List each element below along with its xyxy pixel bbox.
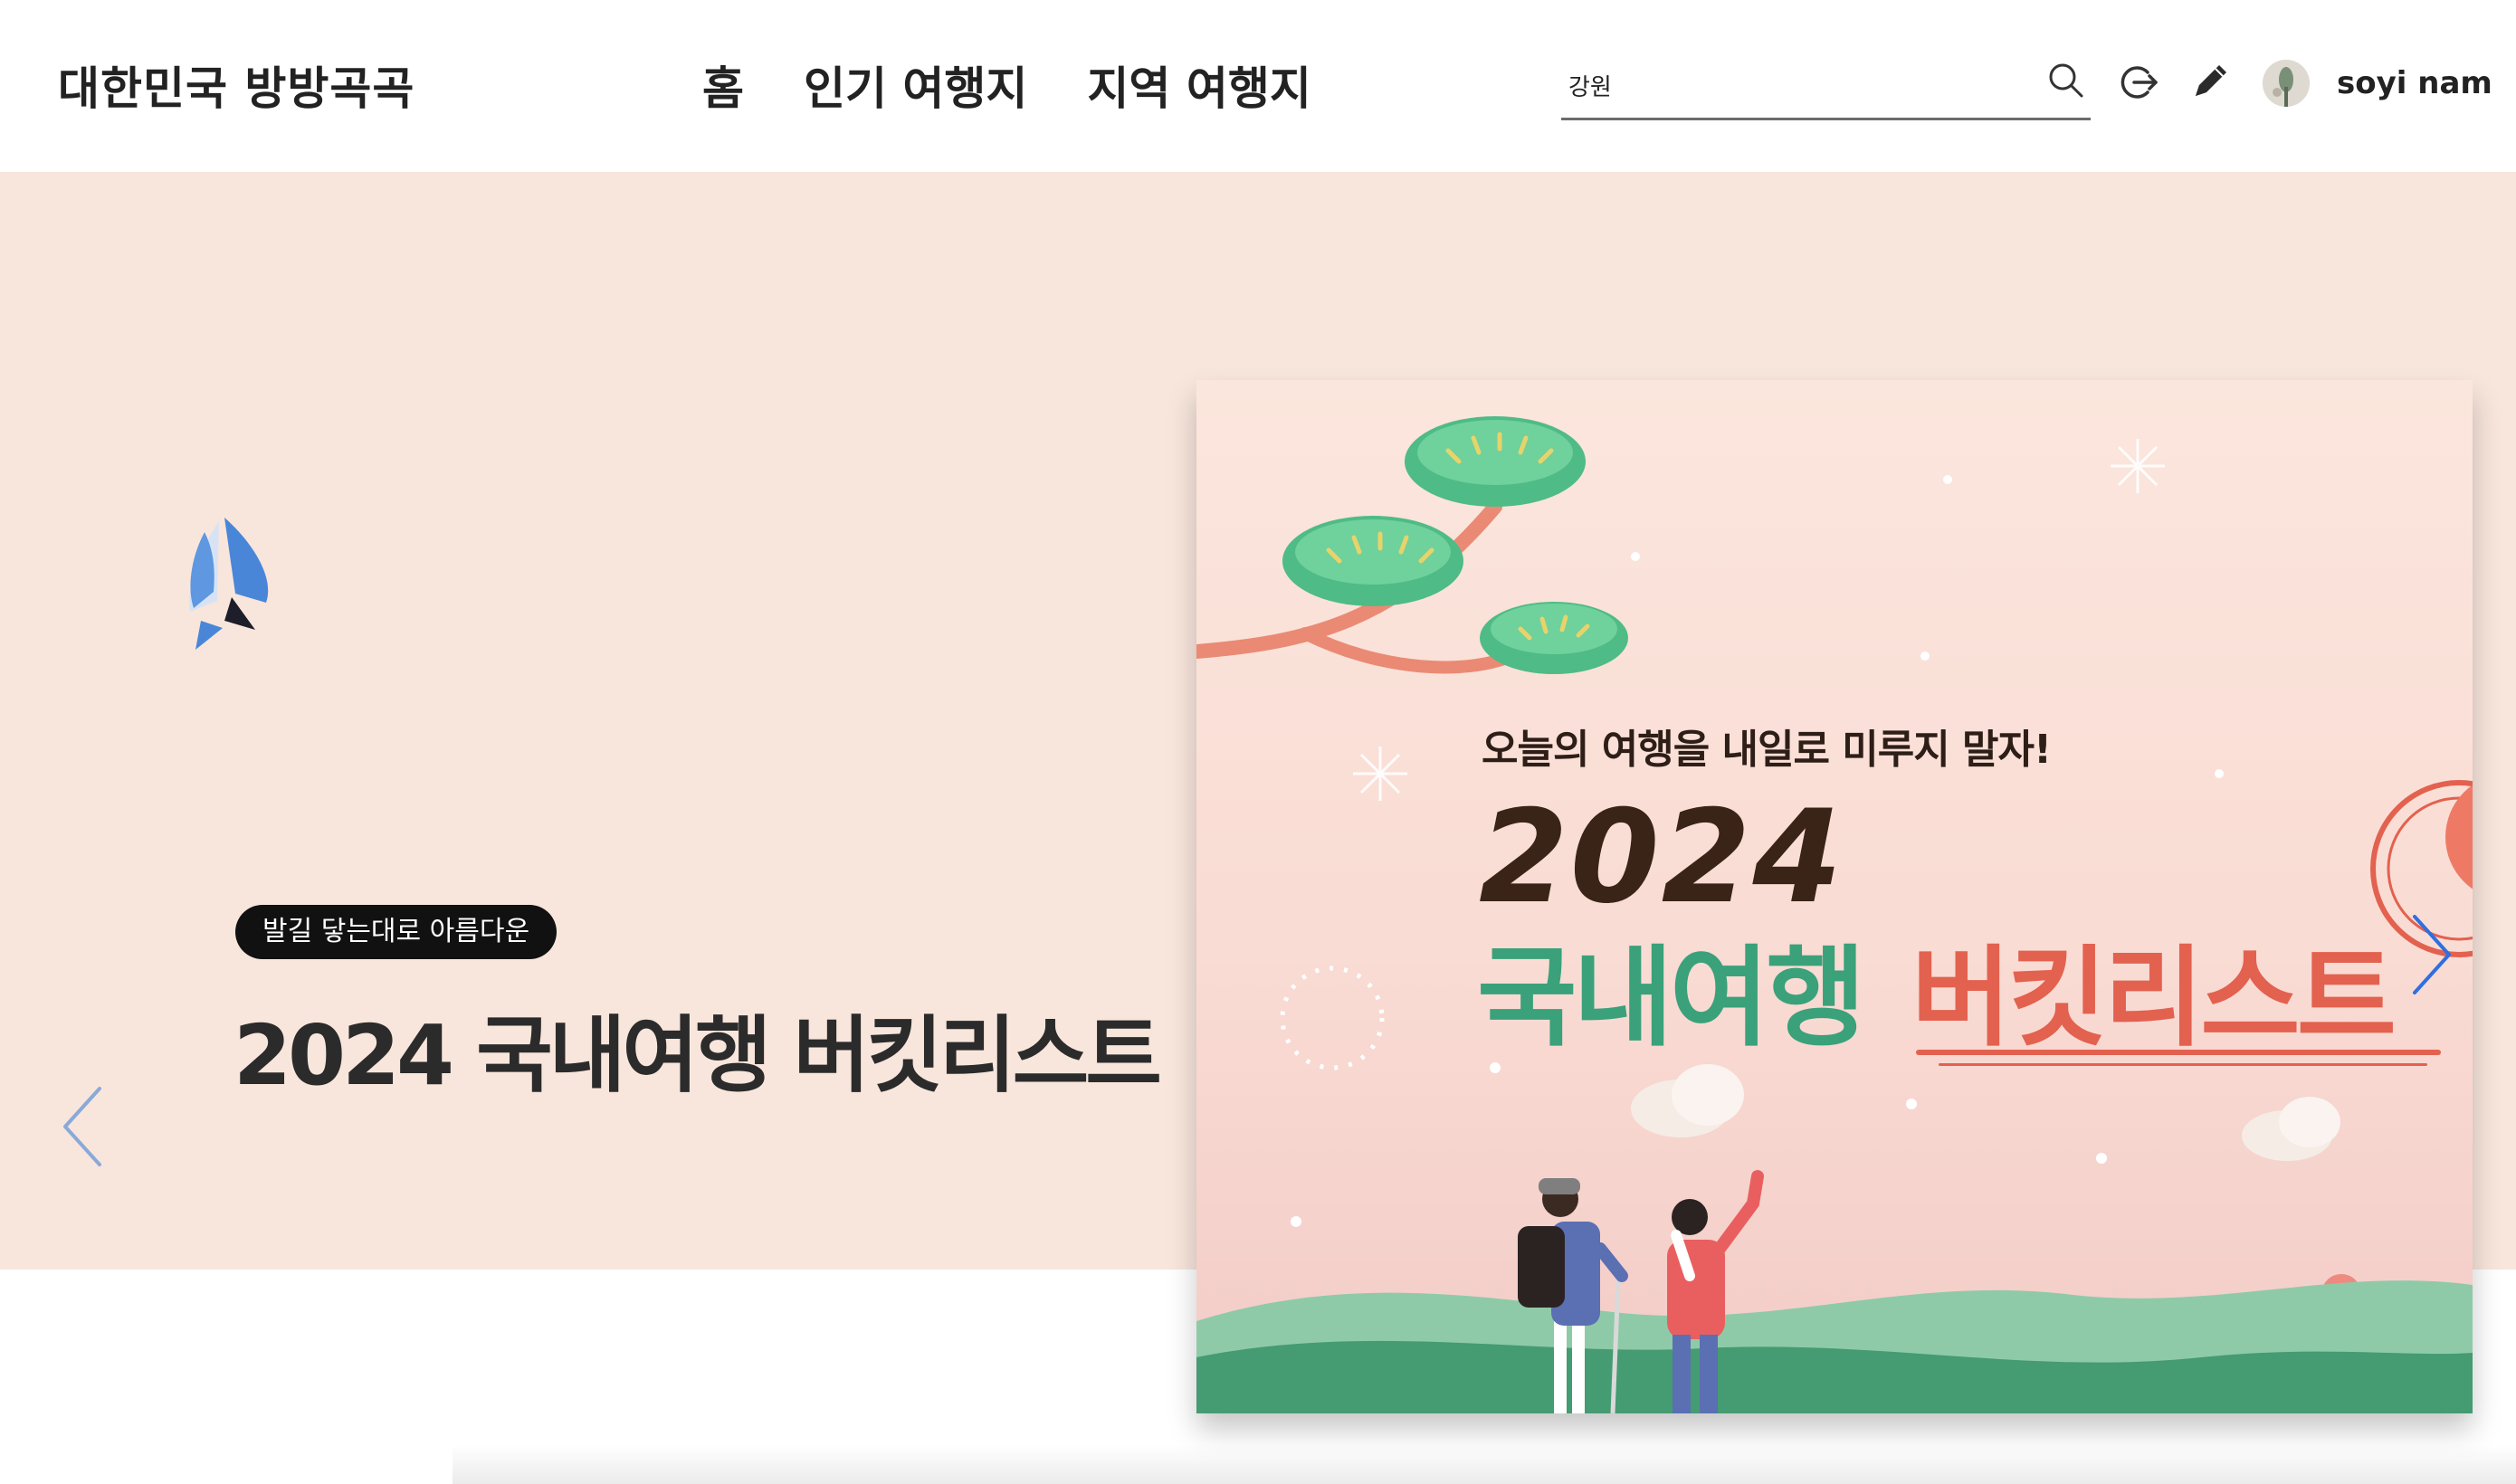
- pencil-icon[interactable]: [2188, 58, 2234, 103]
- site-logo[interactable]: 대한민국 방방곡곡: [58, 52, 415, 118]
- poster-subtitle: 오늘의 여행을 내일로 미루지 말자!: [1482, 727, 2052, 773]
- search-box: [1561, 52, 2091, 120]
- nav-home[interactable]: 홈: [702, 52, 744, 118]
- hero-title: 2024 국내여행 버킷리스트: [233, 1007, 1162, 1104]
- main-nav: 홈 인기 여행지 지역 여행지: [702, 52, 1311, 118]
- poster-underline-thin: [1939, 1063, 2427, 1066]
- airplane-icon: [189, 518, 269, 650]
- logout-icon[interactable]: [2118, 62, 2159, 103]
- poster-title-green: 국내여행: [1477, 936, 1866, 1061]
- poster-title-red: 버킷리스트: [1911, 936, 2397, 1061]
- top-header: 대한민국 방방곡곡 홈 인기 여행지 지역 여행지 soyi nam: [0, 0, 2516, 172]
- nav-region[interactable]: 지역 여행지: [1087, 52, 1310, 118]
- avatar[interactable]: [2263, 60, 2310, 107]
- user-name[interactable]: soyi nam: [2337, 65, 2492, 101]
- chevron-left-icon[interactable]: [56, 1081, 110, 1172]
- hero-poster-image: 오늘의 여행을 내일로 미루지 말자! 2024 국내여행 버킷리스트: [1196, 380, 2473, 1413]
- nav-popular[interactable]: 인기 여행지: [804, 52, 1027, 118]
- bottom-shadow: [453, 1444, 2516, 1484]
- chevron-right-icon[interactable]: [2404, 909, 2458, 1000]
- search-input[interactable]: [1567, 62, 2023, 109]
- hero-tag: 발길 닿는대로 아름다운: [235, 905, 558, 959]
- poster-underline: [1916, 1050, 2441, 1055]
- search-icon[interactable]: [2045, 60, 2085, 100]
